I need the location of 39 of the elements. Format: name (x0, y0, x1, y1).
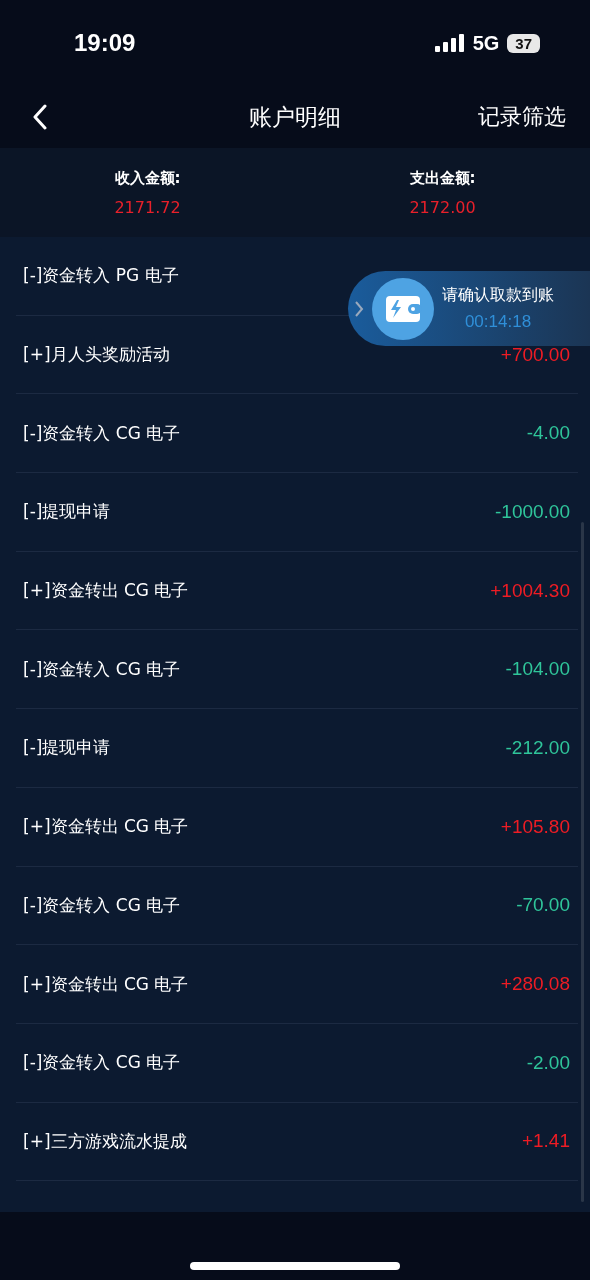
record-label: [+]资金转出 CG 电子 (23, 815, 189, 839)
record-label: [-]提现申请 (23, 500, 111, 524)
record-amount: +1.41 (521, 1130, 570, 1153)
record-amount: +1004.30 (490, 579, 570, 602)
record-label: [-]资金转入 CG 电子 (23, 421, 181, 445)
summary-value: 2172.00 (409, 197, 476, 217)
summary-value: 2171.72 (114, 197, 181, 217)
network-label: 5G (472, 31, 500, 55)
record-amount: -2.00 (526, 1051, 570, 1074)
signal-icon (434, 34, 465, 52)
record-label: [+]月人头奖励活动 (23, 343, 170, 367)
chevron-icon (354, 299, 364, 318)
countdown-timer: 00:14:18 (464, 312, 532, 332)
filter-button[interactable]: 记录筛选 (478, 102, 566, 132)
record-label: [+]三方游戏流水提成 (23, 1129, 187, 1153)
record-label: [+]资金转出 CG 电子 (23, 579, 189, 603)
banner-message: 请确认取款到账 (442, 285, 554, 306)
summary-label: 收入金额: (114, 168, 181, 188)
record-label: [-]资金转入 CG 电子 (23, 893, 181, 917)
summary-label: 支出金额: (409, 168, 476, 188)
record-label: [-]资金转入 CG 电子 (23, 1051, 181, 1075)
record-amount: -70.00 (516, 894, 570, 917)
page-title: 账户明细 (249, 102, 341, 132)
record-amount: +105.80 (500, 815, 570, 838)
record-label: [-]资金转入 CG 电子 (23, 657, 181, 681)
record-amount: +280.08 (500, 973, 570, 996)
record-amount: -212.00 (505, 736, 570, 759)
record-label: [-]提现申请 (23, 736, 111, 760)
wallet-icon (372, 277, 434, 340)
withdrawal-banner[interactable]: 请确认取款到账 00:14:18 (348, 271, 590, 346)
record-label: [+]资金转出 CG 电子 (23, 972, 189, 996)
record-amount: +700.00 (500, 343, 570, 366)
record-amount: -104.00 (505, 658, 570, 681)
record-amount: -4.00 (526, 422, 570, 445)
record-label: [-]资金转入 PG 电子 (23, 264, 179, 288)
battery-indicator: 37 (507, 33, 540, 53)
status-time: 19:09 (74, 29, 136, 57)
record-amount: -1000.00 (495, 500, 570, 523)
back-icon[interactable] (32, 104, 48, 130)
